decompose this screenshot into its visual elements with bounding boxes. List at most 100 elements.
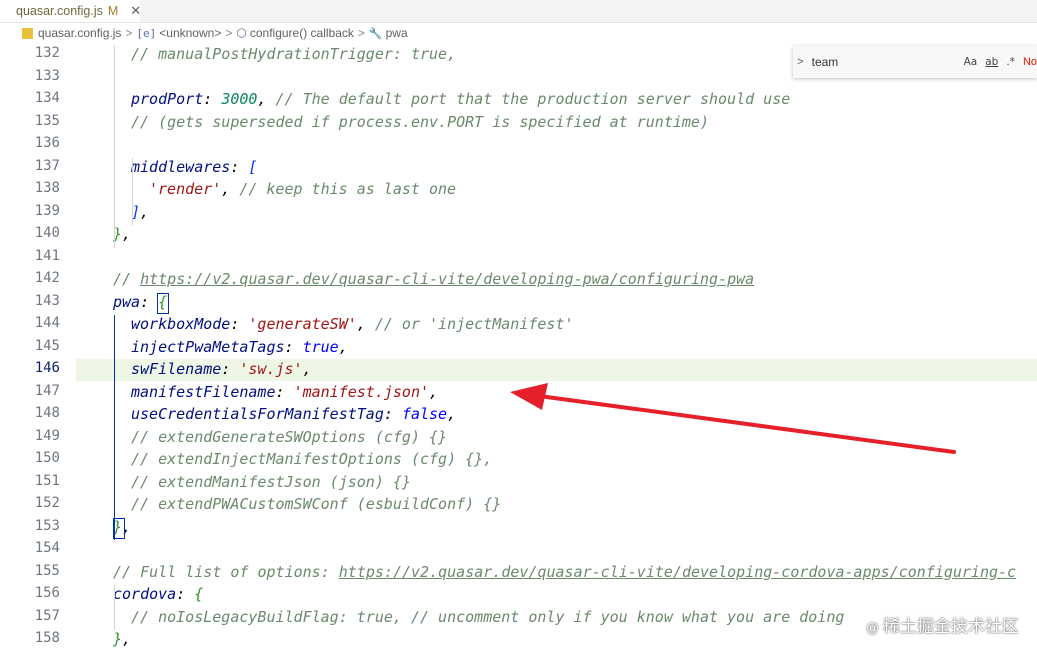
code-token: manifestFilename — [131, 382, 276, 401]
code-editor[interactable]: 132 // manualPostHydrationTrigger: true, 1… — [0, 44, 1037, 653]
code-line: manifestFilename: 'manifest.json', — [131, 383, 438, 401]
bracket-match-highlight — [157, 292, 169, 314]
code-line: swFilename: 'sw.js', — [131, 360, 312, 378]
code-token: prodPort — [131, 90, 204, 108]
use-regex-toggle[interactable]: .* — [1006, 56, 1015, 68]
indent-guide — [114, 585, 115, 630]
indent-guide — [114, 45, 115, 248]
line-number: 158 — [34, 630, 60, 646]
code-line: // extendInjectManifestOptions (cfg) {}, — [131, 450, 492, 468]
match-whole-word-toggle[interactable]: ab — [985, 56, 998, 68]
code-token: // keep this as last one — [239, 180, 457, 198]
code-token: { — [194, 585, 204, 603]
code-token: : — [140, 292, 159, 311]
code-token: : — [203, 90, 222, 108]
tab-bar: quasar.config.js M ✕ — [0, 0, 1037, 23]
code-line: useCredentialsForManifestTag: false, — [131, 405, 456, 423]
code-line: prodPort: 3000, // The default port that… — [131, 90, 790, 108]
code-token: // extendManifestJson (json) {} — [131, 472, 411, 491]
code-token: 'generateSW' — [248, 315, 357, 333]
breadcrumb-separator-icon: > — [357, 26, 365, 40]
line-number: 137 — [34, 157, 60, 174]
modified-indicator: M — [107, 4, 119, 18]
line-number: 151 — [34, 472, 60, 489]
code-line: // extendGenerateSWOptions (cfg) {} — [131, 428, 447, 446]
code-token: : — [383, 405, 402, 423]
code-line: 'render', // keep this as last one — [149, 180, 456, 198]
code-token: , — [122, 630, 132, 648]
code-token: 'sw.js' — [239, 360, 303, 378]
code-token: workboxMode — [131, 315, 231, 333]
line-number: 149 — [34, 427, 60, 444]
code-token: pwa — [113, 292, 141, 311]
code-token: : — [284, 337, 303, 356]
line-number: 154 — [34, 540, 60, 556]
line-number: 135 — [34, 112, 60, 129]
line-number: 139 — [34, 202, 60, 219]
code-token: // The default port that the production … — [275, 90, 791, 108]
find-input[interactable] — [807, 52, 956, 72]
line-number: 155 — [34, 562, 60, 579]
code-token: , — [447, 405, 457, 423]
code-token: injectPwaMetaTags — [131, 337, 285, 356]
line-number: 150 — [34, 450, 60, 466]
code-token: swFilename — [131, 360, 222, 378]
code-line: }, — [113, 630, 131, 648]
code-token: cordova — [113, 585, 177, 603]
code-line: // (gets superseded if process.env.PORT … — [131, 113, 709, 131]
code-line: // noIosLegacyBuildFlag: true, // uncomm… — [131, 608, 844, 626]
variable-icon: [e] — [136, 26, 157, 40]
breadcrumb-separator-icon: > — [225, 26, 233, 40]
code-token: 'render' — [149, 180, 222, 198]
code-token: // extendInjectManifestOptions (cfg) {}, — [131, 450, 493, 468]
breadcrumb: quasar.config.js > [e] <unknown> > ⬡ con… — [0, 22, 1037, 44]
close-icon[interactable]: ✕ — [130, 3, 141, 19]
code-line: // extendPWACustomSWConf (esbuildConf) {… — [131, 495, 501, 513]
code-token: [ — [248, 157, 258, 176]
indent-guide — [114, 315, 115, 540]
breadcrumb-pwa[interactable]: 🔧 pwa — [369, 26, 408, 40]
indent-guide — [132, 157, 133, 225]
watermark-logo-icon: @ — [866, 621, 879, 636]
code-line: // extendManifestJson (json) {} — [131, 473, 411, 491]
breadcrumb-file[interactable]: quasar.config.js — [0, 26, 121, 40]
code-link[interactable]: https://v2.quasar.dev/quasar-cli-vite/de… — [140, 270, 754, 288]
code-line: // Full list of options: https://v2.quas… — [113, 563, 1016, 581]
code-token: , — [356, 315, 375, 333]
code-link[interactable]: https://v2.quasar.dev/quasar-cli-vite/de… — [339, 563, 1016, 581]
method-cube-icon: ⬡ — [236, 26, 247, 40]
code-token: , — [221, 180, 240, 198]
line-number: 134 — [34, 90, 60, 106]
line-number: 156 — [34, 585, 60, 601]
code-line: // https://v2.quasar.dev/quasar-cli-vite… — [113, 270, 754, 288]
line-number: 143 — [34, 292, 60, 309]
code-line: ], — [131, 203, 149, 221]
line-number: 157 — [34, 607, 60, 624]
find-widget: > Aa ab .* No — [793, 46, 1037, 78]
line-number: 152 — [34, 495, 60, 511]
code-token: middlewares — [131, 157, 231, 176]
code-token: , — [338, 337, 348, 356]
editor-tab-quasar-config[interactable]: quasar.config.js M ✕ — [0, 0, 141, 22]
code-token: : — [230, 315, 249, 333]
breadcrumb-callback[interactable]: ⬡ configure() callback — [236, 26, 354, 40]
code-line: middlewares: [ — [131, 158, 257, 176]
line-number: 133 — [34, 67, 60, 84]
code-line: workboxMode: 'generateSW', // or 'inject… — [131, 315, 574, 333]
line-number: 147 — [34, 382, 60, 399]
code-token: // manualPostHydrationTrigger: true, — [131, 45, 457, 63]
line-number: 136 — [34, 135, 60, 151]
code-token: // (gets superseded if process.env.PORT … — [131, 112, 709, 131]
watermark: @ 稀土掘金技术社区 — [866, 617, 1019, 637]
breadcrumb-separator-icon: > — [125, 26, 133, 40]
toggle-replace-chevron-icon[interactable]: > — [793, 56, 808, 68]
match-case-toggle[interactable]: Aa — [964, 56, 978, 68]
code-token: false — [401, 405, 448, 423]
code-token: : — [176, 585, 195, 603]
code-line: // manualPostHydrationTrigger: true, — [131, 45, 456, 63]
code-line: }, — [113, 225, 131, 243]
code-token: useCredentialsForManifestTag — [131, 405, 384, 423]
breadcrumb-unknown[interactable]: [e] <unknown> — [136, 26, 221, 40]
line-number: 142 — [34, 270, 60, 286]
code-token: 'manifest.json' — [293, 382, 430, 401]
